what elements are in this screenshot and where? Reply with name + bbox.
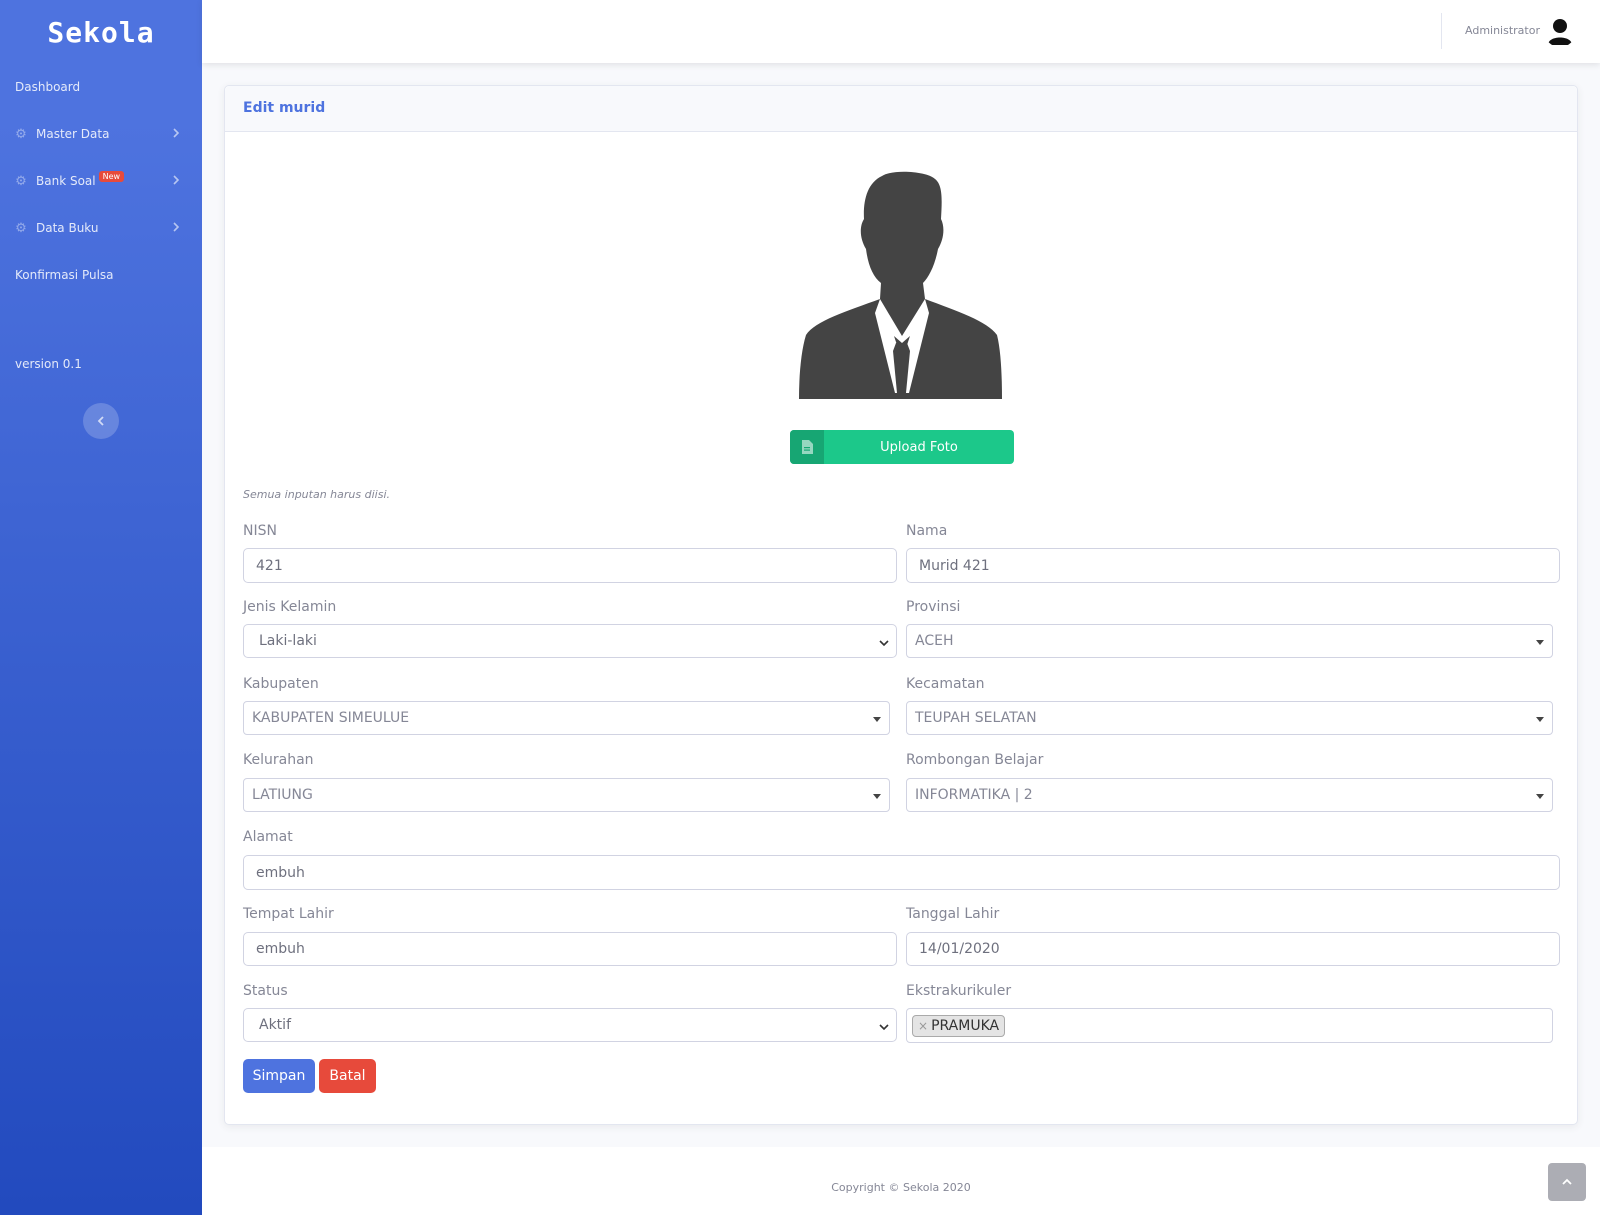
chevron-right-icon — [170, 221, 182, 233]
scroll-to-top-button[interactable] — [1548, 1163, 1586, 1201]
user-name[interactable]: Administrator — [1465, 24, 1540, 37]
version-label: version 0.1 — [15, 357, 82, 371]
kecamatan-select[interactable]: TEUPAH SELATAN — [906, 701, 1553, 735]
caret-down-icon — [1536, 640, 1544, 645]
sidebar-item-label: Dashboard — [15, 80, 81, 94]
remove-tag-icon[interactable]: × — [918, 1019, 928, 1033]
caret-down-icon — [1536, 717, 1544, 722]
status-value: Aktif — [259, 1017, 291, 1033]
rombel-value: INFORMATIKA | 2 — [915, 787, 1033, 803]
nisn-input[interactable]: 421 — [243, 548, 897, 583]
status-label: Status — [243, 983, 288, 999]
upload-foto-label: Upload Foto — [880, 439, 958, 455]
kabupaten-select[interactable]: KABUPATEN SIMEULUE — [243, 701, 890, 735]
ekskul-label: Ekstrakurikuler — [906, 983, 1012, 999]
sidebar-item-label: Master Data — [36, 127, 110, 141]
jenis-kelamin-select[interactable]: Laki-laki — [243, 624, 897, 658]
kelurahan-select[interactable]: LATIUNG — [243, 778, 890, 812]
caret-down-icon — [1536, 794, 1544, 799]
topbar: Administrator — [202, 0, 1600, 63]
tanggal-lahir-label: Tanggal Lahir — [906, 906, 1000, 922]
caret-down-icon — [873, 794, 881, 799]
kecamatan-value: TEUPAH SELATAN — [915, 710, 1037, 726]
sidebar-item-master-data[interactable]: ⚙ Master Data — [0, 119, 202, 149]
alamat-value: embuh — [256, 864, 305, 881]
sidebar-item-konfirmasi-pulsa[interactable]: Konfirmasi Pulsa — [0, 260, 202, 290]
alamat-label: Alamat — [243, 829, 293, 845]
copyright-text: Copyright © Sekola 2020 — [831, 1181, 971, 1194]
tempat-lahir-input[interactable]: embuh — [243, 932, 897, 966]
ekskul-multiselect[interactable]: × PRAMUKA — [906, 1008, 1553, 1043]
provinsi-label: Provinsi — [906, 599, 961, 615]
kelurahan-label: Kelurahan — [243, 752, 314, 768]
tanggal-lahir-input[interactable]: 14/01/2020 — [906, 932, 1560, 966]
caret-down-icon — [873, 717, 881, 722]
sidebar-item-dashboard[interactable]: Dashboard — [0, 72, 202, 102]
edit-murid-card: Edit murid Upload Foto Semua inputan har… — [224, 85, 1578, 1125]
nama-value: Murid 421 — [919, 557, 990, 574]
brand-logo[interactable]: Sekola — [0, 0, 202, 64]
sidebar-item-label: Konfirmasi Pulsa — [15, 268, 114, 282]
tanggal-lahir-value: 14/01/2020 — [919, 941, 1000, 957]
kabupaten-value: KABUPATEN SIMEULUE — [252, 710, 410, 726]
simpan-button[interactable]: Simpan — [243, 1059, 315, 1093]
chevron-left-icon — [97, 416, 104, 426]
provinsi-select[interactable]: ACEH — [906, 624, 1553, 658]
chevron-up-icon — [1562, 1178, 1572, 1185]
kecamatan-label: Kecamatan — [906, 676, 985, 692]
nama-input[interactable]: Murid 421 — [906, 548, 1560, 583]
nama-label: Nama — [906, 523, 948, 539]
jenis-kelamin-label: Jenis Kelamin — [243, 599, 337, 615]
card-title: Edit murid — [225, 86, 1577, 132]
sidebar: Sekola Dashboard ⚙ Master Data ⚙ Bank So… — [0, 0, 202, 1215]
sidebar-item-data-buku[interactable]: ⚙ Data Buku — [0, 213, 202, 243]
chevron-right-icon — [170, 174, 182, 186]
chevron-down-icon — [878, 637, 890, 649]
tempat-lahir-value: embuh — [256, 941, 305, 957]
gear-icon: ⚙ — [15, 220, 27, 236]
topbar-divider — [1441, 13, 1442, 49]
form-hint: Semua inputan harus diisi. — [243, 488, 390, 501]
rombel-label: Rombongan Belajar — [906, 752, 1044, 768]
ekskul-tag: × PRAMUKA — [912, 1014, 1006, 1037]
sidebar-toggle-button[interactable] — [83, 403, 119, 439]
alamat-input[interactable]: embuh — [243, 855, 1560, 890]
upload-foto-button[interactable]: Upload Foto — [790, 430, 1014, 464]
kelurahan-value: LATIUNG — [252, 787, 313, 803]
batal-button[interactable]: Batal — [319, 1059, 376, 1093]
nisn-label: NISN — [243, 523, 277, 539]
kabupaten-label: Kabupaten — [243, 676, 319, 692]
provinsi-value: ACEH — [915, 633, 954, 649]
student-photo — [797, 171, 1007, 399]
user-avatar-icon[interactable] — [1544, 15, 1576, 47]
ekskul-tag-label: PRAMUKA — [931, 1017, 1000, 1034]
file-icon — [790, 430, 824, 464]
footer: Copyright © Sekola 2020 — [202, 1147, 1600, 1215]
jenis-kelamin-value: Laki-laki — [259, 633, 317, 649]
chevron-down-icon — [878, 1021, 890, 1033]
nisn-value: 421 — [256, 557, 283, 574]
gear-icon: ⚙ — [15, 126, 27, 142]
sidebar-item-label: Data Buku — [36, 221, 99, 235]
chevron-right-icon — [170, 127, 182, 139]
sidebar-item-label: Bank Soal — [36, 174, 96, 188]
sidebar-item-bank-soal[interactable]: ⚙ Bank Soal New — [0, 166, 202, 196]
new-badge: New — [98, 170, 125, 182]
tempat-lahir-label: Tempat Lahir — [243, 906, 334, 922]
rombel-select[interactable]: INFORMATIKA | 2 — [906, 778, 1553, 812]
status-select[interactable]: Aktif — [243, 1008, 897, 1042]
gear-icon: ⚙ — [15, 173, 27, 189]
